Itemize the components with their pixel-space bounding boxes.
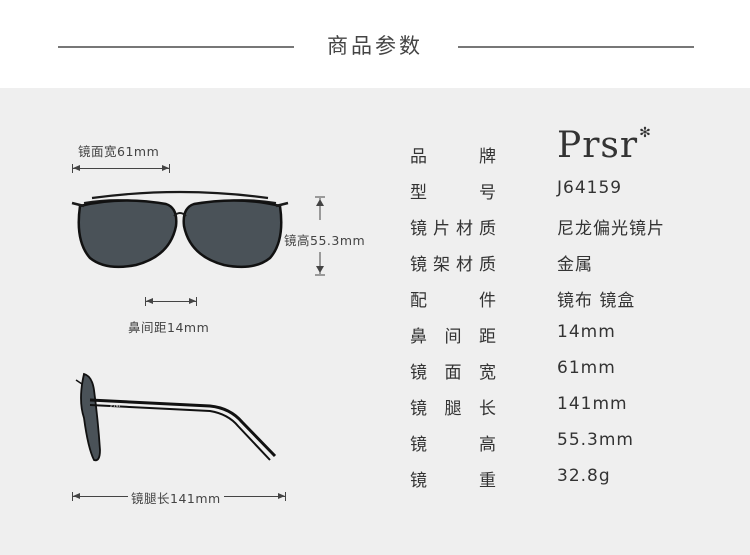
- bridge-label: 鼻间距14mm: [128, 320, 210, 335]
- lens-width-arrow: [72, 164, 170, 173]
- spec-value-lens-material: 尼龙偏光镜片: [557, 219, 665, 239]
- spec-label-accessories: 配件: [410, 291, 496, 311]
- header-divider-right: [458, 46, 694, 48]
- lens-height-label: 镜高55.3mm: [284, 233, 366, 248]
- header-divider-left: [58, 46, 294, 48]
- spec-value-lens-width: 61mm: [557, 358, 616, 378]
- glasses-front-view: [71, 190, 289, 269]
- spec-value-weight: 32.8g: [557, 466, 611, 486]
- temple-logo: Prsr: [110, 403, 121, 409]
- spec-label-model: 型号: [410, 183, 496, 203]
- top-bar: [91, 190, 269, 200]
- section-title: 商品参数: [327, 34, 423, 58]
- spec-label-bridge: 鼻间距: [410, 327, 496, 347]
- spec-value-accessories: 镜布 镜盒: [557, 291, 636, 311]
- spec-label-lens-width: 镜面宽: [410, 363, 496, 383]
- bridge: [173, 212, 187, 217]
- product-spec-panel: 镜面宽61mm 镜高55.3mm 鼻间距14mm Prsr 镜腿长141mm 品…: [0, 88, 750, 555]
- right-lens: [182, 199, 283, 269]
- left-lens: [77, 199, 178, 269]
- spec-label-lens-material: 镜片材质: [410, 219, 496, 239]
- spec-label-height: 镜高: [410, 435, 496, 455]
- section-header: 商品参数: [0, 0, 750, 88]
- spec-value-frame-material: 金属: [557, 255, 593, 275]
- lens-width-label: 镜面宽61mm: [78, 144, 160, 159]
- spec-value-height: 55.3mm: [557, 430, 634, 450]
- left-hinge: [71, 201, 85, 208]
- spec-value-bridge: 14mm: [557, 322, 616, 342]
- temple-label: 镜腿长141mm: [128, 488, 224, 507]
- brand-logo: Prsr✻: [557, 125, 652, 166]
- spec-label-frame-material: 镜架材质: [410, 255, 496, 275]
- temple-arm-inner: [89, 404, 271, 461]
- spec-label-temple: 镜腿长: [410, 399, 496, 419]
- spec-label-weight: 镜重: [410, 471, 496, 491]
- nose-pad: [75, 379, 83, 385]
- spec-value-temple: 141mm: [557, 394, 628, 414]
- right-hinge: [275, 201, 289, 208]
- spec-label-brand: 品牌: [410, 147, 496, 167]
- glasses-side-view: Prsr: [75, 372, 277, 462]
- side-lens: [80, 372, 101, 462]
- bridge-arrow: [145, 297, 197, 306]
- spec-value-model: J64159: [557, 178, 623, 198]
